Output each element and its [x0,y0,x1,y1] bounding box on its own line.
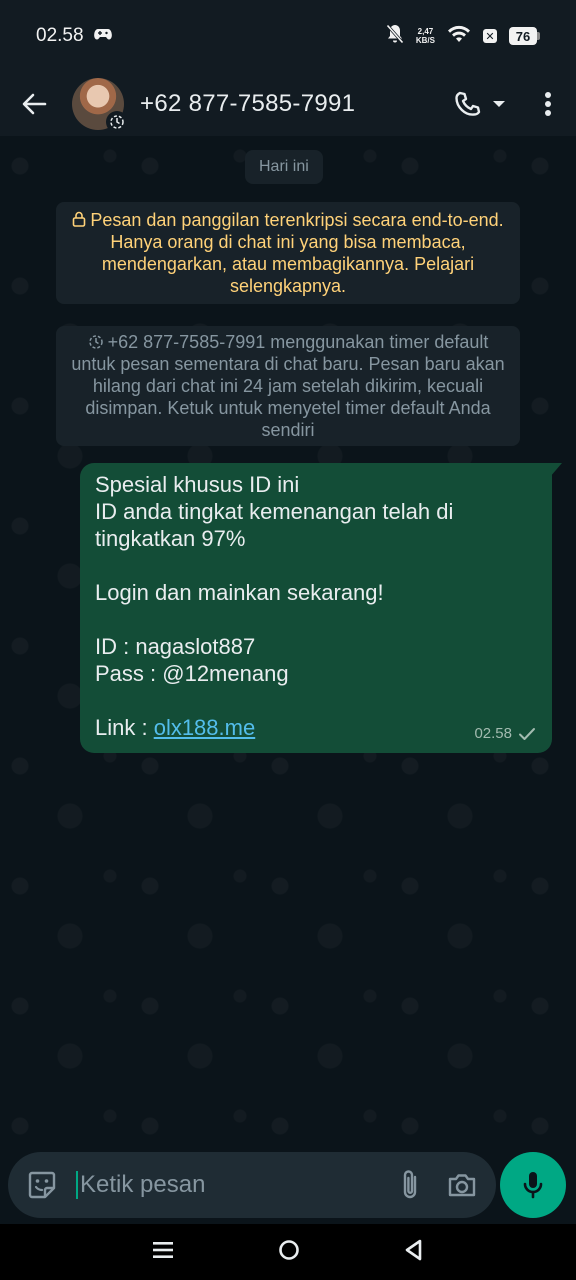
message-line: Pass : @12menang [95,661,289,686]
link-label: Link : [95,715,154,740]
encryption-notice[interactable]: Pesan dan panggilan terenkripsi secara e… [56,202,520,304]
status-left: 02.58 [36,25,112,47]
network-speed-value: 2,47 [417,27,434,36]
microphone-icon [523,1172,543,1199]
battery-tip [537,32,540,40]
contact-name[interactable]: +62 877-7585-7991 [140,90,440,118]
message-link-line: Link : olx188.me [95,714,538,741]
check-icon [519,727,535,740]
game-controller-icon [93,25,112,47]
chat-header: +62 877-7585-7991 [0,72,576,136]
date-chip: Hari ini [245,150,323,184]
message-time: 02.58 [474,725,512,742]
compose-bar [0,1146,576,1224]
compose-pill [8,1152,496,1218]
disappearing-timer-badge [106,111,128,133]
more-options-button[interactable] [520,72,576,136]
circle-home-icon [279,1239,299,1260]
header-actions [440,72,576,136]
network-speed-unit: KB/S [415,36,435,45]
paperclip-icon [403,1170,417,1199]
network-speed: 2,47 KB/S [416,27,435,45]
system-nav-bar [0,1224,576,1280]
sim-blocked-icon: ✕ [483,29,497,43]
chat-area[interactable]: Hari ini Pesan dan panggilan terenkripsi… [0,136,576,1160]
recents-button[interactable] [152,1240,174,1265]
message-link[interactable]: olx188.me [154,715,256,740]
outgoing-message[interactable]: Spesial khusus ID ini ID anda tingkat ke… [80,463,562,753]
chevron-down-icon [493,101,505,107]
status-bar: 02.58 2,47 KB/S ✕ 76 [0,0,576,72]
lock-icon [73,211,86,227]
camera-icon [448,1174,476,1197]
phone-icon [455,91,481,116]
battery-indicator: 76 [509,27,540,45]
more-vert-icon [545,92,551,116]
status-right: 2,47 KB/S ✕ 76 [386,24,540,49]
arrow-left-icon [22,93,47,115]
attach-button[interactable] [390,1163,430,1207]
sticker-icon [28,1171,56,1199]
bubble-tail [550,463,562,477]
notifications-off-icon [386,24,404,49]
back-nav-button[interactable] [404,1239,424,1266]
voice-call-button[interactable] [440,72,520,136]
sticker-button[interactable] [22,1163,62,1207]
message-line: ID : nagaslot887 [95,634,256,659]
status-time: 02.58 [36,25,84,46]
message-line: ID anda tingkat kemenangan telah di ting… [95,499,460,551]
triangle-back-icon [405,1239,422,1260]
menu-lines-icon [153,1241,173,1258]
timer-notice-text: +62 877-7585-7991 menggunakan timer defa… [71,332,505,440]
camera-button[interactable] [442,1163,482,1207]
message-input[interactable] [76,1171,390,1199]
contact-avatar[interactable] [72,78,128,133]
voice-message-button[interactable] [500,1152,566,1218]
encryption-notice-text: Pesan dan panggilan terenkripsi secara e… [90,210,504,296]
message-line: Login dan mainkan sekarang! [95,580,384,605]
timer-icon [110,115,124,129]
back-button[interactable] [0,72,68,136]
wifi-icon [447,25,471,48]
message-meta: 02.58 [474,720,536,747]
battery-level: 76 [509,27,537,45]
timer-notice[interactable]: +62 877-7585-7991 menggunakan timer defa… [56,326,520,446]
message-line: Spesial khusus ID ini [95,472,300,497]
timer-icon [88,335,103,349]
home-button[interactable] [278,1239,300,1266]
